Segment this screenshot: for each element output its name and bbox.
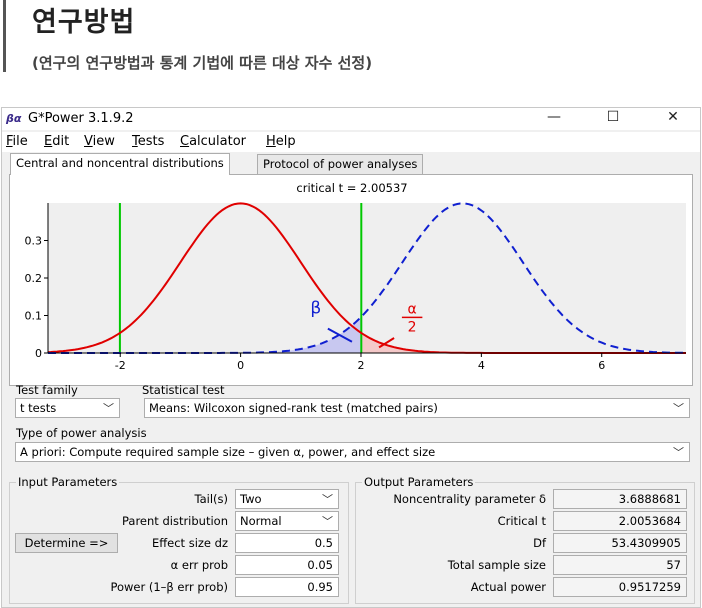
minimize-icon[interactable]: — <box>539 109 569 129</box>
menu-file[interactable]: File <box>6 134 28 149</box>
plot-area <box>48 203 686 353</box>
tails-value: Two <box>240 492 262 506</box>
ncp-output: 3.6888681 <box>553 489 687 509</box>
power-input[interactable]: 0.95 <box>235 577 339 597</box>
tails-select[interactable]: Two ﹀ <box>235 489 339 509</box>
x-tick-label: 0 <box>237 359 244 372</box>
tab-distributions[interactable]: Central and noncentral distributions <box>10 153 230 175</box>
statistical-test-select[interactable]: Means: Wilcoxon signed-rank test (matche… <box>144 398 690 418</box>
critical-t-output: 2.0053684 <box>553 511 687 531</box>
df-label: Df <box>533 536 546 550</box>
parent-distribution-label: Parent distribution <box>121 514 228 528</box>
chevron-down-icon: ﹀ <box>673 402 684 415</box>
menu-calculator[interactable]: Calculator <box>180 134 246 149</box>
x-tick-label: 2 <box>357 359 364 372</box>
critical-t-label: Critical t <box>497 514 546 528</box>
statistical-test-value: Means: Wilcoxon signed-rank test (matche… <box>149 401 438 415</box>
test-family-label: Test family <box>16 383 78 397</box>
input-parameters-legend: Input Parameters <box>16 475 120 489</box>
x-tick-label: 6 <box>598 359 605 372</box>
df-output: 53.4309905 <box>553 533 687 553</box>
menu-bar: File Edit View Tests Calculator Help <box>2 132 700 152</box>
menu-help[interactable]: Help <box>266 134 296 149</box>
menu-view[interactable]: View <box>84 134 115 149</box>
statistical-test-label: Statistical test <box>142 383 225 397</box>
ncp-label: Noncentrality parameter δ <box>393 492 546 506</box>
alpha-denominator: 2 <box>408 319 417 335</box>
total-sample-size-label: Total sample size <box>447 558 546 572</box>
x-tick-label: 4 <box>478 359 485 372</box>
x-tick-label: -2 <box>115 359 126 372</box>
gpower-app-icon: βα <box>6 112 22 125</box>
alpha-err-label: α err prob <box>170 558 228 572</box>
y-tick-label: 0.2 <box>25 272 43 285</box>
header-accent-bar <box>3 0 6 72</box>
y-tick-label: 0 <box>35 347 42 360</box>
page-header: 연구방법 (연구의 연구방법과 통계 기법에 따른 대상 자수 선정) <box>0 0 702 100</box>
chevron-down-icon: ﹀ <box>103 402 114 415</box>
power-analysis-label: Type of power analysis <box>16 426 147 440</box>
parent-distribution-value: Normal <box>240 514 282 528</box>
maximize-icon[interactable]: ☐ <box>598 109 628 129</box>
gpower-window: βα G*Power 3.1.9.2 — ☐ ✕ File Edit View … <box>1 107 701 608</box>
title-bar: βα G*Power 3.1.9.2 — ☐ ✕ <box>2 108 700 130</box>
menu-tests[interactable]: Tests <box>132 134 164 149</box>
power-label: Power (1–β err prob) <box>110 580 228 594</box>
window-title: G*Power 3.1.9.2 <box>28 111 134 126</box>
chevron-down-icon: ﹀ <box>322 493 333 506</box>
y-tick-label: 0.1 <box>25 310 43 323</box>
distribution-plot: 0.3 0.2 0.1 0 -2 0 2 4 6 critical t = 2.00537 β α 2 <box>9 174 693 386</box>
tab-protocol[interactable]: Protocol of power analyses <box>257 154 424 174</box>
y-tick-label: 0.3 <box>25 235 43 248</box>
power-analysis-value: A priori: Compute required sample size –… <box>20 445 436 459</box>
parent-distribution-select[interactable]: Normal ﹀ <box>235 511 339 531</box>
distribution-chart: 0.30.20.10-2 0 2 4 6critical t = 2.00537β α2 <box>25 181 686 372</box>
test-family-value: t tests <box>20 401 57 415</box>
actual-power-label: Actual power <box>470 580 546 594</box>
close-icon[interactable]: ✕ <box>658 109 688 129</box>
chevron-down-icon: ﹀ <box>322 515 333 528</box>
page-subtitle: (연구의 연구방법과 통계 기법에 따른 대상 자수 선정) <box>32 54 373 72</box>
effect-size-label: Effect size dz <box>151 536 228 550</box>
critical-t-caption: critical t = 2.00537 <box>296 181 407 195</box>
total-sample-size-output: 57 <box>553 555 687 575</box>
menu-edit[interactable]: Edit <box>44 134 69 149</box>
actual-power-output: 0.9517259 <box>553 577 687 597</box>
output-parameters-legend: Output Parameters <box>362 475 476 489</box>
determine-button[interactable]: Determine => <box>15 533 118 553</box>
test-family-select[interactable]: t tests ﹀ <box>15 398 120 418</box>
beta-annotation: β <box>310 299 321 319</box>
page-title: 연구방법 <box>32 7 136 38</box>
alpha-annotation: α <box>408 302 417 318</box>
tails-label: Tail(s) <box>194 492 228 506</box>
power-analysis-select[interactable]: A priori: Compute required sample size –… <box>15 442 690 462</box>
alpha-err-input[interactable]: 0.05 <box>235 555 339 575</box>
chevron-down-icon: ﹀ <box>673 446 684 459</box>
effect-size-input[interactable]: 0.5 <box>235 533 339 553</box>
